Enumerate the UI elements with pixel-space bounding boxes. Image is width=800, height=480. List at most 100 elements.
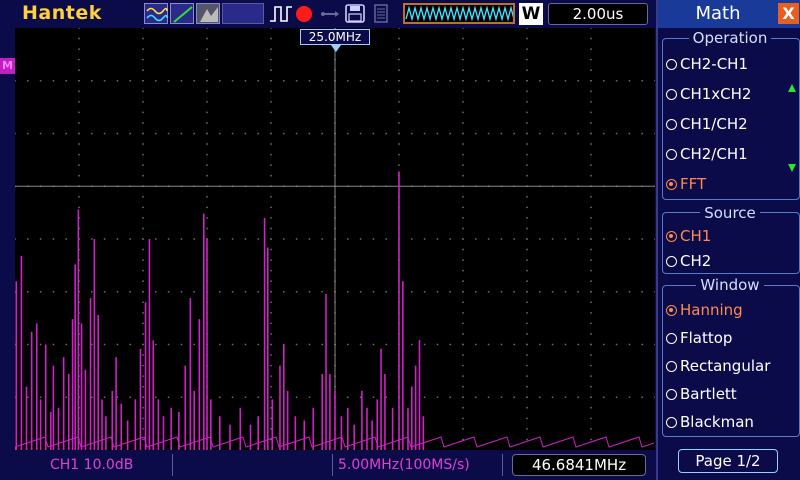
- grid-dot: [270, 143, 272, 145]
- grid-dot: [129, 79, 132, 82]
- grid-dot: [628, 79, 631, 82]
- grid-dot: [526, 385, 528, 388]
- grid-dot: [526, 248, 528, 251]
- save-icon[interactable]: [344, 3, 366, 24]
- grid-dot: [526, 259, 528, 261]
- grid-dot: [218, 396, 221, 399]
- grid-dot: [474, 290, 477, 293]
- timebase-readout[interactable]: 2.00us: [548, 3, 648, 25]
- option-hanning[interactable]: Hanning: [666, 301, 743, 319]
- grid-dot: [257, 238, 260, 240]
- grid-dot: [142, 311, 144, 314]
- grid-dot: [462, 364, 464, 367]
- grid-dot: [270, 58, 272, 61]
- grid-dot: [142, 174, 144, 177]
- grid-dot: [462, 301, 464, 304]
- record-icon[interactable]: [296, 6, 312, 22]
- grid-dot: [26, 290, 29, 293]
- grid-dot: [577, 290, 580, 293]
- grid-dot: [142, 375, 144, 378]
- spectrum-plot: [14, 27, 656, 450]
- grid-dot: [218, 79, 221, 82]
- page-button[interactable]: Page 1/2: [678, 449, 778, 473]
- grid-dot: [398, 27, 400, 29]
- grid-dot: [142, 79, 144, 82]
- grid-dot: [423, 79, 426, 82]
- radio-icon: [666, 417, 677, 428]
- pulse-icon[interactable]: [268, 3, 294, 24]
- grid-dot: [462, 143, 464, 145]
- grid-dot: [270, 290, 272, 293]
- math-channel-marker[interactable]: M: [0, 58, 15, 74]
- grid-dot: [526, 37, 528, 40]
- grid-dot: [628, 132, 631, 135]
- grid-dot: [462, 37, 464, 40]
- close-button[interactable]: X: [778, 3, 799, 24]
- grid-dot: [462, 132, 464, 135]
- ch1-scale[interactable]: CH1 10.0dB: [50, 457, 133, 473]
- option-fft[interactable]: FFT: [666, 175, 706, 193]
- grid-dot: [590, 259, 592, 261]
- center-frequency-tag[interactable]: 25.0MHz: [300, 29, 370, 45]
- option-source-ch1[interactable]: CH1: [666, 227, 711, 245]
- grid-dot: [436, 343, 439, 346]
- gray-icon[interactable]: [196, 3, 220, 24]
- grid-dot: [142, 238, 144, 240]
- grid-dot: [116, 238, 119, 240]
- option-bartlett[interactable]: Bartlett: [666, 385, 737, 403]
- grid-dot: [206, 217, 208, 219]
- grid-dot: [654, 132, 656, 135]
- grid-dot: [641, 238, 644, 240]
- grid-dot: [462, 164, 464, 167]
- math-wave-icon[interactable]: [144, 3, 168, 24]
- grid-dot: [462, 238, 464, 240]
- grid-dot: [590, 100, 592, 103]
- grid-dot: [167, 132, 170, 135]
- grid-dot: [206, 153, 208, 156]
- grid-dot: [206, 164, 208, 167]
- option-flattop[interactable]: Flattop: [666, 329, 732, 347]
- grid-dot: [270, 227, 272, 230]
- grid-dot: [308, 396, 311, 399]
- grid-dot: [462, 248, 464, 251]
- grid-dot: [526, 343, 528, 346]
- grid-dot: [462, 100, 464, 103]
- option-rectangular[interactable]: Rectangular: [666, 357, 770, 375]
- option-ch2-div-ch1[interactable]: CH2/CH1: [666, 145, 748, 163]
- grid-dot: [321, 290, 324, 293]
- grid-dot: [90, 79, 93, 82]
- grid-dot: [590, 27, 592, 29]
- slope-icon[interactable]: [170, 3, 194, 24]
- grid-dot: [193, 290, 196, 293]
- grid-dot: [270, 396, 272, 399]
- option-ch1-div-ch2[interactable]: CH1/CH2: [666, 115, 748, 133]
- grid-dot: [462, 90, 464, 93]
- grid-dot: [244, 343, 247, 346]
- grid-dot: [206, 58, 208, 61]
- grid-dot: [590, 364, 592, 367]
- disk-icon: [370, 3, 392, 24]
- scroll-down-icon[interactable]: [788, 164, 796, 172]
- grid-dot: [270, 354, 272, 356]
- option-ch1-times-ch2[interactable]: CH1xCH2: [666, 85, 751, 103]
- grid-dot: [538, 290, 541, 293]
- divider: [332, 454, 333, 476]
- grid-dot: [14, 132, 16, 135]
- grid-dot: [590, 206, 592, 209]
- option-ch2-minus-ch1[interactable]: CH2-CH1: [666, 55, 748, 73]
- grid-dot: [372, 396, 375, 399]
- grid-dot: [526, 290, 528, 293]
- grid-dot: [590, 174, 592, 177]
- grid-dot: [526, 417, 528, 420]
- waveform-icon[interactable]: [403, 3, 515, 24]
- scroll-up-icon[interactable]: [788, 84, 796, 92]
- grid-dot: [474, 132, 477, 135]
- grid-dot: [78, 27, 80, 29]
- grid-dot: [65, 396, 68, 399]
- grid-dot: [78, 69, 80, 72]
- grid-dot: [654, 396, 656, 399]
- radio-icon: [666, 59, 677, 70]
- option-blackman[interactable]: Blackman: [666, 413, 754, 431]
- option-source-ch2[interactable]: CH2: [666, 252, 711, 270]
- grid-dot: [564, 79, 567, 82]
